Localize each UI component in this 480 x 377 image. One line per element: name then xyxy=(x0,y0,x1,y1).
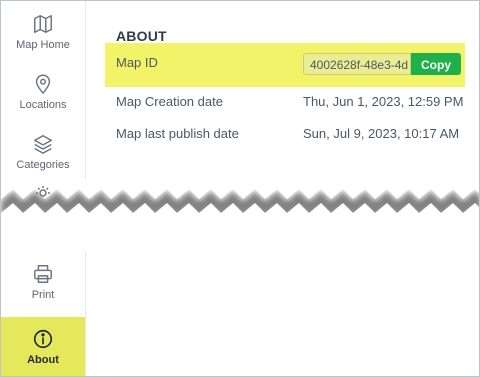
sidebar-item-about[interactable]: About xyxy=(1,317,85,376)
sidebar-item-label: Print xyxy=(31,289,55,301)
sidebar-item-label: Map Home xyxy=(16,39,70,51)
sidebar-item-locations[interactable]: Locations xyxy=(1,63,85,121)
map-id-label: Map ID xyxy=(116,55,158,70)
sidebar-bottom: Print About xyxy=(1,251,86,376)
map-icon xyxy=(34,15,52,33)
section-title: ABOUT xyxy=(116,28,167,44)
creation-date-label: Map Creation date xyxy=(116,94,223,109)
printer-icon xyxy=(34,265,52,283)
sidebar-item-map-home[interactable]: Map Home xyxy=(1,3,85,61)
sidebar-item-label: Locations xyxy=(19,99,67,111)
info-icon xyxy=(33,329,53,348)
sidebar-item-label: Categories xyxy=(16,159,70,171)
sidebar-item-label: About xyxy=(27,353,59,366)
map-id-field[interactable]: 4002628f-48e3-4d xyxy=(303,53,411,75)
layers-icon xyxy=(34,135,52,154)
location-pin-icon xyxy=(35,74,51,95)
publish-date-value: Sun, Jul 9, 2023, 10:17 AM xyxy=(303,126,460,141)
creation-date-value: Thu, Jun 1, 2023, 12:59 PM xyxy=(303,94,464,109)
sidebar-item-categories[interactable]: Categories xyxy=(1,123,85,181)
sidebar-item-print[interactable]: Print xyxy=(1,253,85,311)
publish-date-label: Map last publish date xyxy=(116,126,239,141)
app-frame: Map Home Locations Categories ABOUT Map … xyxy=(0,0,480,377)
copy-button[interactable]: Copy xyxy=(411,53,461,75)
sidebar: Map Home Locations Categories xyxy=(1,1,86,181)
torn-edge-divider xyxy=(1,179,479,259)
